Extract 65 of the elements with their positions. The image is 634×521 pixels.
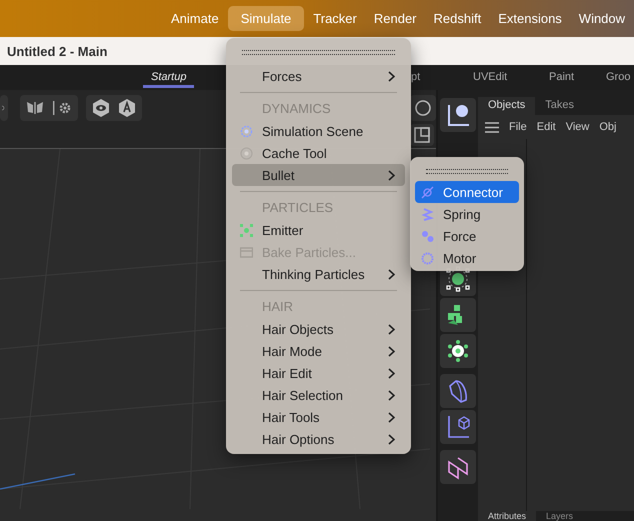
panel-tab[interactable]: Takes: [535, 97, 584, 115]
gear-icon[interactable]: [52, 100, 72, 116]
menu-bar-item[interactable]: Extensions: [490, 6, 570, 31]
panel-menu-item[interactable]: Obj: [599, 121, 616, 133]
menu-icon[interactable]: [485, 122, 499, 132]
menu-item[interactable]: Motor: [415, 247, 519, 269]
menu-item[interactable]: Emitter: [232, 219, 405, 241]
panel-menu-item[interactable]: View: [566, 121, 590, 133]
menu-section-header: DYNAMICS: [261, 100, 332, 118]
window-title: Untitled 2 - Main: [7, 44, 108, 58]
spring-icon: [421, 208, 434, 220]
ring-icon[interactable]: [414, 99, 432, 117]
menu-bar-item[interactable]: Animate: [163, 6, 227, 31]
curved-shape-icon[interactable]: [446, 378, 470, 404]
connector-icon: [421, 186, 434, 198]
eye-icon[interactable]: [92, 98, 110, 118]
panel-tab[interactable]: Attributes: [478, 511, 536, 521]
chevron-right-icon: [388, 324, 395, 334]
menu-bar-item[interactable]: Render: [366, 6, 424, 31]
panel-menu-item[interactable]: Edit: [536, 121, 556, 133]
chevron-right-icon: [388, 170, 395, 180]
menu-bar-item[interactable]: Window: [570, 6, 634, 31]
chevron-right-icon: [388, 412, 395, 422]
film-icon: [240, 246, 253, 258]
panel-tab[interactable]: Objects: [478, 97, 536, 115]
two-balls-icon: [421, 230, 434, 242]
emitter-icon: [240, 224, 253, 236]
layout-tab[interactable]: Paint: [541, 69, 582, 87]
butterfly-icon[interactable]: [26, 100, 44, 116]
menu-bar-item[interactable]: Redshift: [426, 6, 490, 31]
menu-item[interactable]: Connector: [415, 181, 519, 203]
gear-icon: [421, 252, 434, 264]
chevron-right-icon: [388, 434, 395, 444]
letter-a-icon[interactable]: [118, 98, 136, 118]
panel-menu-item[interactable]: File: [509, 121, 527, 133]
menu-item[interactable]: Thinking Particles: [232, 263, 405, 285]
menu-item[interactable]: Hair Objects: [232, 318, 405, 340]
menu-item[interactable]: Hair Tools: [232, 406, 405, 428]
chevron-right-icon: [388, 70, 395, 82]
chevron-right-icon: [388, 368, 395, 378]
menu-item[interactable]: Hair Selection: [232, 384, 405, 406]
panel-tab[interactable]: Layers: [536, 511, 584, 521]
disc-icon: [240, 146, 253, 160]
square-icon[interactable]: [414, 127, 430, 143]
chevron-right-icon: [388, 346, 395, 356]
menu-bar-item[interactable]: Tracker: [305, 6, 365, 31]
layout-tab[interactable]: Groo: [598, 69, 634, 87]
axis-circle-icon[interactable]: [445, 102, 471, 128]
chevron-right-icon: [388, 268, 395, 280]
axis-cube-icon[interactable]: [445, 414, 471, 440]
menu-item[interactable]: Spring: [415, 203, 519, 225]
menu-section-header: HAIR: [261, 298, 294, 316]
menu-item[interactable]: Hair Options: [232, 428, 405, 450]
menu-item[interactable]: Simulation Scene: [232, 120, 405, 142]
atom-icon: [240, 124, 253, 138]
gear-dots-icon[interactable]: [446, 339, 470, 363]
chevron-right-icon: [388, 390, 395, 400]
menu-item[interactable]: Force: [415, 225, 519, 247]
layout-tab[interactable]: UVEdit: [465, 69, 516, 87]
menu-item[interactable]: Bullet: [232, 164, 405, 186]
menu-item[interactable]: Cache Tool: [232, 142, 405, 164]
menu-item[interactable]: Hair Mode: [232, 340, 405, 362]
menu-section-header: PARTICLES: [261, 199, 334, 217]
menu-item[interactable]: Forces: [232, 65, 405, 87]
menu-item[interactable]: Hair Edit: [232, 362, 405, 384]
